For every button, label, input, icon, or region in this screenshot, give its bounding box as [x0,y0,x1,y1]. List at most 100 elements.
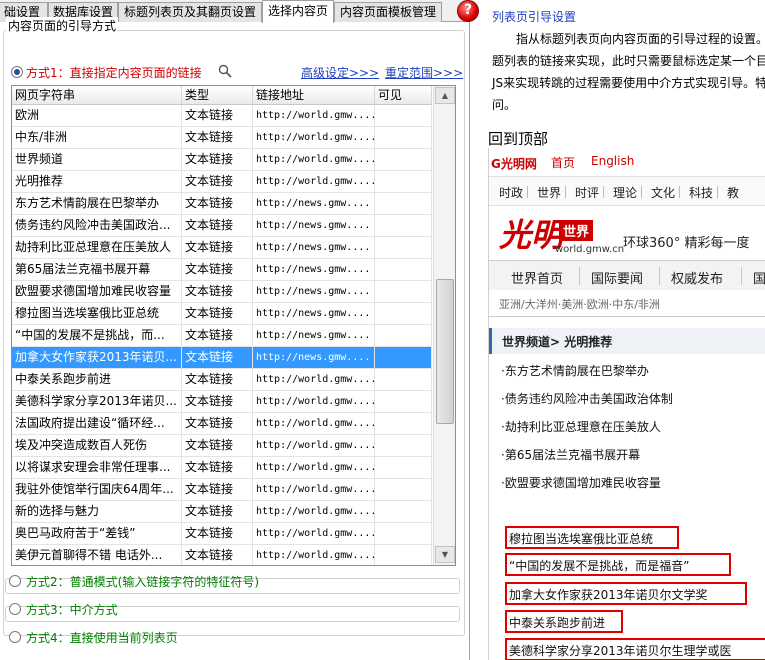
article-link[interactable]: ·债务违约风险冲击美国政治体制 [501,390,673,407]
channel-breadcrumb: 世界频道> 光明推荐 [489,328,765,354]
table-row[interactable]: 中泰关系跑步前进 文本链接 http://world.gmw.... [12,369,432,391]
cell-visible [375,303,432,325]
cell-text: 以将谋求安理会非常任理事... [12,457,182,479]
secnav-item[interactable]: 国际要闻 [591,268,643,287]
region-links[interactable]: 亚洲/大洋州·美洲·欧洲·中东/非洲 [499,296,660,312]
brand-badge: 世界 [559,220,594,241]
cell-url: http://world.gmw.... [253,523,375,545]
topnav-item[interactable]: 时政 [499,184,523,201]
table-row[interactable]: 奥巴马政府苦于“差钱” 文本链接 http://world.gmw.... [12,523,432,545]
help-button[interactable]: ? [457,0,479,22]
table-body: 欧洲 文本链接 http://world.gmw.... 中东/非洲 文本链接 http:… [12,105,432,565]
nav-home-link[interactable]: 首页 [551,154,575,171]
cell-visible [375,545,432,565]
table-row[interactable]: 新的选择与魅力 文本链接 http://world.gmw.... [12,501,432,523]
secnav-item[interactable]: 国 [753,268,765,287]
scroll-up-arrow-icon[interactable]: ▲ [435,87,455,104]
topnav-item[interactable]: 理论 [613,184,637,201]
table-row[interactable]: 欧盟要求德国增加难民收容量 文本链接 http://news.gmw.... [12,281,432,303]
cell-url: http://news.gmw.... [253,325,375,347]
mode1-radio[interactable] [11,66,23,78]
cell-text: 欧洲 [12,105,182,127]
table-row[interactable]: 东方艺术情韵展在巴黎举办 文本链接 http://news.gmw.... [12,193,432,215]
page-preview: G光明网 首页 English 时政 世界 时评 理论 文化 科技 教 光明 世… [488,148,765,660]
tab-content-template-manage[interactable]: 内容页面模板管理 [334,2,442,22]
scroll-thumb[interactable] [436,279,454,424]
table-row[interactable]: 美德科学家分享2013年诺贝... 文本链接 http://world.gmw...… [12,391,432,413]
secnav-item[interactable]: 权威发布 [671,268,723,287]
brand-logo[interactable]: 光明 [499,210,563,256]
cell-text: 欧盟要求德国增加难民收容量 [12,281,182,303]
table-scrollbar[interactable]: ▲ ▼ [433,86,455,565]
secnav-item[interactable]: 世界首页 [511,268,563,287]
table-row[interactable]: 劫持利比亚总理意在压美放人 文本链接 http://news.gmw.... [12,237,432,259]
article-link[interactable]: ·东方艺术情韵展在巴黎举办 [501,362,649,379]
mode2-radio[interactable] [9,575,21,587]
article-link[interactable]: ·劫持利比亚总理意在压美放人 [501,418,661,435]
table-row[interactable]: 法国政府提出建设“循环经... 文本链接 http://world.gmw.... [12,413,432,435]
mode4-label[interactable]: 方式4：直接使用当前列表页 [26,629,178,646]
site-logo[interactable]: G光明网 [491,155,537,172]
table-row[interactable]: 美伊元首聊得不错 电话外... 文本链接 http://world.gmw.... [12,545,432,565]
col-header-url[interactable]: 链接地址 [253,86,375,105]
advanced-settings-link[interactable]: 高级设定>>> [301,64,379,81]
breadcrumb-text[interactable]: 世界频道> 光明推荐 [502,333,612,350]
cell-type: 文本链接 [182,347,253,369]
cell-type: 文本链接 [182,237,253,259]
table-row[interactable]: 穆拉图当选埃塞俄比亚总统 文本链接 http://news.gmw.... [12,303,432,325]
table-row[interactable]: 中东/非洲 文本链接 http://world.gmw.... [12,127,432,149]
cell-visible [375,193,432,215]
topnav-item[interactable]: 文化 [651,184,675,201]
col-header-visible[interactable]: 可见 [375,86,432,105]
table-row[interactable]: 第65届法兰克福书展开幕 文本链接 http://news.gmw.... [12,259,432,281]
cell-url: http://world.gmw.... [253,127,375,149]
cell-text: 债务违约风险冲击美国政治... [12,215,182,237]
table-row[interactable]: 以将谋求安理会非常任理事... 文本链接 http://world.gmw.... [12,457,432,479]
cell-url: http://world.gmw.... [253,369,375,391]
mode2-label[interactable]: 方式2：普通模式(输入链接字符的特征符号) [26,573,259,590]
table-row[interactable]: 加拿大女作家获2013年诺贝... 文本链接 http://news.gmw.... [12,347,432,369]
help-line-3: JS来实现转跳的过程需要使用中介方式实现引导。特 [492,76,765,90]
cell-type: 文本链接 [182,545,253,565]
highlighted-article-link[interactable]: “中国的发展不是挑战，而是福音” [509,557,689,574]
col-header-text[interactable]: 网页字符串 [12,86,182,105]
table-row[interactable]: 债务违约风险冲击美国政治... 文本链接 http://news.gmw.... [12,215,432,237]
cell-text: 加拿大女作家获2013年诺贝... [12,347,182,369]
mode4-radio[interactable] [9,631,21,643]
table-row[interactable]: 欧洲 文本链接 http://world.gmw.... [12,105,432,127]
back-to-top-link[interactable]: 回到顶部 [488,128,548,149]
mode1-label[interactable]: 方式1：直接指定内容页面的链接 [26,64,202,81]
highlighted-article-link[interactable]: 穆拉图当选埃塞俄比亚总统 [509,530,653,547]
cell-url: http://world.gmw.... [253,479,375,501]
search-icon[interactable] [218,64,232,78]
mode3-radio[interactable] [9,603,21,615]
highlighted-article-link[interactable]: 中泰关系跑步前进 [509,614,605,631]
table-row[interactable]: 世界频道 文本链接 http://world.gmw.... [12,149,432,171]
cell-text: 第65届法兰克福书展开幕 [12,259,182,281]
help-title[interactable]: 列表页引导设置 [492,8,576,25]
table-row[interactable]: 光明推荐 文本链接 http://world.gmw.... [12,171,432,193]
topnav-item[interactable]: 时评 [575,184,599,201]
highlighted-article-link[interactable]: 加拿大女作家获2013年诺贝尔文学奖 [509,586,708,603]
reset-range-link[interactable]: 重定范围>>> [385,64,463,81]
cell-url: http://world.gmw.... [253,413,375,435]
table-row[interactable]: “中国的发展不是挑战，而... 文本链接 http://news.gmw.... [12,325,432,347]
tab-title-list-settings[interactable]: 标题列表页及其翻页设置 [118,2,262,22]
cell-text: 美德科学家分享2013年诺贝... [12,391,182,413]
tab-select-content-page[interactable]: 选择内容页 [262,0,334,23]
table-row[interactable]: 我驻外使馆举行国庆64周年... 文本链接 http://world.gmw.... [12,479,432,501]
topnav-item[interactable]: 教 [727,184,739,201]
table-row[interactable]: 埃及冲突造成数百人死伤 文本链接 http://world.gmw.... [12,435,432,457]
cell-visible [375,501,432,523]
col-header-type[interactable]: 类型 [182,86,253,105]
topnav-item[interactable]: 世界 [537,184,561,201]
cell-type: 文本链接 [182,325,253,347]
scroll-down-arrow-icon[interactable]: ▼ [435,546,455,563]
mode3-label[interactable]: 方式3：中介方式 [26,601,118,618]
cell-visible [375,523,432,545]
topnav-item[interactable]: 科技 [689,184,713,201]
article-link[interactable]: ·第65届法兰克福书展开幕 [501,446,640,463]
nav-english-link[interactable]: English [591,154,634,168]
highlighted-article-link[interactable]: 美德科学家分享2013年诺贝尔生理学或医 [509,642,732,659]
article-link[interactable]: ·欧盟要求德国增加难民收容量 [501,474,661,491]
